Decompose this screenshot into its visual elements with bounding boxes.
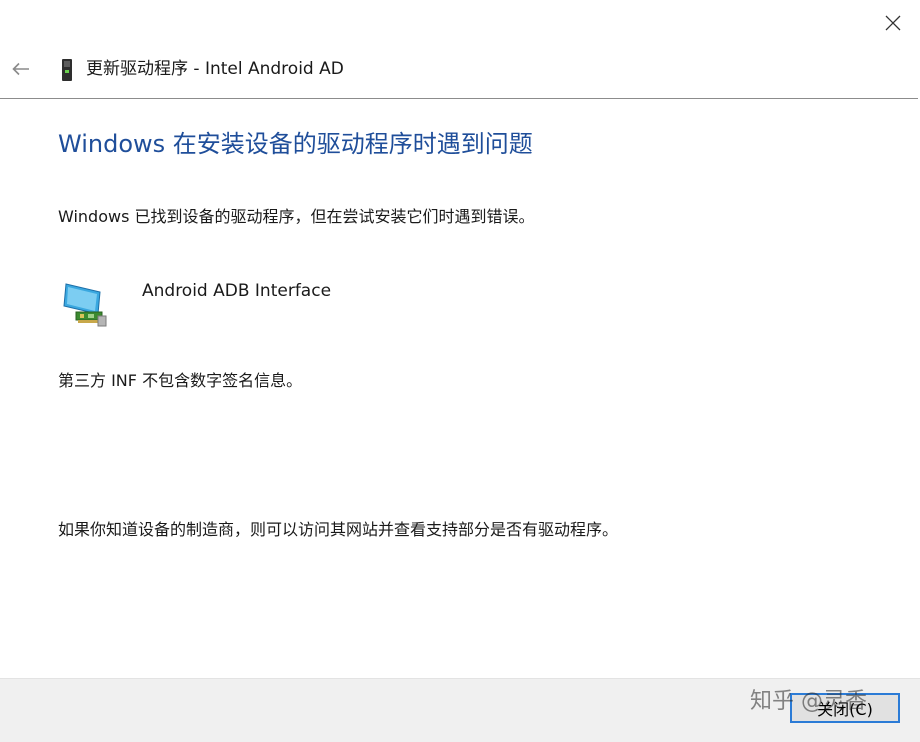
error-detail: 第三方 INF 不包含数字签名信息。 [58,371,303,390]
page-heading: Windows 在安装设备的驱动程序时遇到问题 [58,130,533,158]
close-button[interactable]: 关闭(C) [790,693,900,723]
close-icon [885,15,901,31]
usb-device-icon [62,59,72,81]
dialog-footer: 关闭(C) [0,678,920,742]
window-close-button[interactable] [878,8,908,38]
driver-found-message: Windows 已找到设备的驱动程序，但在尝试安装它们时遇到错误。 [58,207,535,226]
window-title: 更新驱动程序 - Intel Android AD [86,59,344,79]
title-bar: 更新驱动程序 - Intel Android AD [0,52,920,88]
manufacturer-hint: 如果你知道设备的制造商，则可以访问其网站并查看支持部分是否有驱动程序。 [58,520,619,539]
title-divider [0,98,918,99]
back-button[interactable] [8,56,34,82]
network-adapter-icon [63,283,107,327]
back-arrow-icon [12,62,29,76]
device-name: Android ADB Interface [142,281,332,301]
